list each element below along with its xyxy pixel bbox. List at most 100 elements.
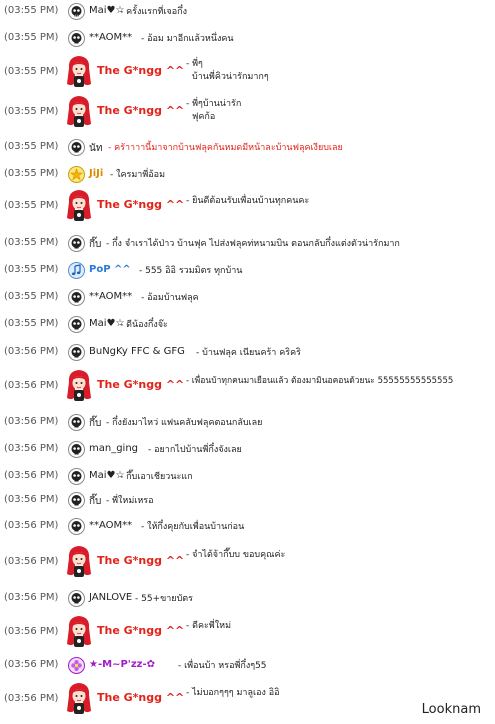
- nickname: man_ging: [89, 443, 139, 454]
- chat-message: (03:55 PM) JiJi - ใครมาพี่อ้อม: [0, 163, 495, 187]
- nickname: The G*ngg ^^: [97, 554, 185, 567]
- chat-message: (03:55 PM) **AOM** - อ้อม มาอีกแล้วหนึ่ง…: [0, 27, 495, 51]
- timestamp: (03:56 PM): [4, 592, 59, 603]
- chat-message: (03:56 PM) **AOM** - ให้กึ๋งคุยกับเพื่อน…: [0, 515, 495, 539]
- message-line-1: - พี่ๆ: [186, 59, 203, 69]
- message-line-2: ฟุคก้อ: [192, 112, 216, 122]
- timestamp: (03:56 PM): [4, 470, 59, 481]
- nickname: JANLOVE: [89, 592, 133, 603]
- star-icon: [68, 166, 85, 183]
- chat-message: (03:55 PM) Mai♥☆ - ครั้งแรกที่เจอกึ๋ง: [0, 0, 495, 24]
- timestamp: (03:56 PM): [4, 494, 59, 505]
- timestamp: (03:55 PM): [4, 291, 59, 302]
- message-text: - กึ๋ง จำเราได้ป่าว บ้านฟุค ไปส่งฟลุคท่ห…: [106, 239, 400, 249]
- nickname: กึ๊บ: [89, 496, 102, 507]
- chat-message: (03:55 PM) The G*ngg ^^ - พี่ๆบ้านพี่คิว…: [0, 54, 495, 90]
- skull-icon: [68, 492, 85, 509]
- chat-message: (03:55 PM) PoP ^^ - 555 อิอิ รวมมิตร ทุก…: [0, 259, 495, 283]
- message-text: - ครัาาาานี้มาจากบ้านฟลุคกันหมดมีหน้าละบ…: [108, 143, 343, 153]
- chat-message: (03:56 PM) man_ging - อยากไปบ้านพี่กึ๋งจ…: [0, 438, 495, 462]
- nickname: นัท: [89, 143, 103, 154]
- nickname: The G*ngg ^^: [97, 104, 185, 117]
- red-hair-avatar: [66, 681, 92, 717]
- nickname: **AOM**: [89, 520, 133, 531]
- message-text: - ครั้งแรกที่เจอกึ๋ง: [120, 7, 187, 17]
- timestamp: (03:56 PM): [4, 416, 59, 427]
- skull-icon: [68, 414, 85, 431]
- message-text: - ดีน้องกึ๋งจ๊ะ: [120, 320, 168, 330]
- message-text: - บ้านฟลุค เนียนคร้า คริคริ: [196, 348, 301, 358]
- message-text: - ให้กึ๋งคุยกับเพื่อนบ้านก่อน: [141, 522, 245, 532]
- skull-icon: [68, 344, 85, 361]
- red-hair-avatar: [66, 614, 92, 650]
- message-text: - พี่ๆบ้านพี่คิวน่ารักมากๆ: [186, 58, 269, 84]
- skull-icon: [68, 3, 85, 20]
- red-hair-avatar: [66, 544, 92, 580]
- music-note-icon: [68, 262, 85, 279]
- message-text: - ยินดีต้อนรับเพื่อนบ้านทุกคนคะ: [186, 196, 310, 206]
- chat-message: (03:56 PM) BuNgKy FFC & GFG - บ้านฟลุค เ…: [0, 341, 495, 365]
- chat-message: (03:56 PM) กึ๊บ - พี่ใหม่เหรอ: [0, 489, 495, 513]
- nickname: The G*ngg ^^: [97, 691, 185, 704]
- skull-icon: [68, 316, 85, 333]
- message-text: - เพื่อนบ้าทุกคนมาเยือนแล้ว ต้องมามินอคอ…: [186, 376, 454, 386]
- message-text: - 555 อิอิ รวมมิตร ทุกบ้าน: [139, 266, 243, 276]
- message-text: - 55+ขายบัตร: [135, 594, 193, 604]
- red-hair-avatar: [66, 94, 92, 130]
- message-text: - ดีคะพี่ใหม่: [186, 621, 231, 631]
- chat-log: (03:55 PM) Mai♥☆ - ครั้งแรกที่เจอกึ๋ง (0…: [0, 0, 495, 724]
- message-text: - กึ๊บเอาเชียวนะแก: [120, 472, 193, 482]
- nickname: **AOM**: [89, 291, 133, 302]
- message-text: - พี่ใหม่เหรอ: [106, 496, 154, 506]
- timestamp: (03:56 PM): [4, 380, 59, 391]
- timestamp: (03:55 PM): [4, 32, 59, 43]
- nickname: **AOM**: [89, 32, 133, 43]
- timestamp: (03:55 PM): [4, 318, 59, 329]
- timestamp: (03:55 PM): [4, 66, 59, 77]
- chat-message: (03:55 PM) The G*ngg ^^ - พี่ๆบ้านน่ารัก…: [0, 94, 495, 130]
- chat-message: (03:56 PM) Mai♥☆ - กึ๊บเอาเชียวนะแก: [0, 465, 495, 489]
- message-text: - จำได้จ้ากึ๊บบ ขอบคุณค่ะ: [186, 550, 286, 560]
- message-text: - ไม่บอกๆๆๆ มาลูเอง อิอิ: [186, 688, 280, 698]
- skull-icon: [68, 30, 85, 47]
- timestamp: (03:55 PM): [4, 141, 59, 152]
- chat-message: (03:56 PM) The G*ngg ^^ - ดีคะพี่ใหม่: [0, 614, 495, 650]
- message-text: - ใครมาพี่อ้อม: [110, 170, 166, 180]
- timestamp: (03:55 PM): [4, 264, 59, 275]
- watermark-text: Looknam: [421, 702, 481, 717]
- skull-icon: [68, 139, 85, 156]
- timestamp: (03:56 PM): [4, 556, 59, 567]
- chat-message: (03:55 PM) Mai♥☆ - ดีน้องกึ๋งจ๊ะ: [0, 313, 495, 337]
- nickname: JiJi: [89, 168, 104, 179]
- timestamp: (03:56 PM): [4, 626, 59, 637]
- nickname: BuNgKy FFC & GFG: [89, 346, 185, 357]
- skull-icon: [68, 518, 85, 535]
- red-hair-avatar: [66, 54, 92, 90]
- nickname: กึ๊บ: [89, 239, 102, 250]
- timestamp: (03:55 PM): [4, 200, 59, 211]
- chat-message: (03:56 PM) กึ๊บ - กึ๋งยังมาไหว่ แฟนคลับฟ…: [0, 411, 495, 435]
- chat-message: (03:55 PM) **AOM** - อ้อมบ้านฟลุค: [0, 286, 495, 310]
- message-line-2: บ้านพี่คิวน่ารักมากๆ: [192, 72, 269, 82]
- nickname: กึ๊บ: [89, 418, 102, 429]
- chat-message: (03:56 PM) The G*ngg ^^ - เพื่อนบ้าทุกคน…: [0, 368, 495, 404]
- timestamp: (03:55 PM): [4, 168, 59, 179]
- message-text: - อ้อมบ้านฟลุค: [141, 293, 199, 303]
- red-hair-avatar: [66, 368, 92, 404]
- message-text: - พี่ๆบ้านน่ารัก ฟุคก้อ: [186, 98, 241, 124]
- chat-message: (03:56 PM) The G*ngg ^^ - จำได้จ้ากึ๊บบ …: [0, 544, 495, 580]
- timestamp: (03:56 PM): [4, 659, 59, 670]
- skull-icon: [68, 468, 85, 485]
- nickname: The G*ngg ^^: [97, 64, 185, 77]
- message-text: - อ้อม มาอีกแล้วหนึ่งคน: [141, 34, 234, 44]
- timestamp: (03:55 PM): [4, 237, 59, 248]
- message-text: - กึ๋งยังมาไหว่ แฟนคลับฟลุคตอนกลับเลย: [106, 418, 263, 428]
- chat-message: (03:55 PM) The G*ngg ^^ - ยินดีต้อนรับเพ…: [0, 188, 495, 224]
- flower-icon: [68, 657, 85, 674]
- nickname: The G*ngg ^^: [97, 198, 185, 211]
- timestamp: (03:56 PM): [4, 693, 59, 704]
- timestamp: (03:56 PM): [4, 443, 59, 454]
- red-hair-avatar: [66, 188, 92, 224]
- timestamp: (03:56 PM): [4, 520, 59, 531]
- timestamp: (03:55 PM): [4, 5, 59, 16]
